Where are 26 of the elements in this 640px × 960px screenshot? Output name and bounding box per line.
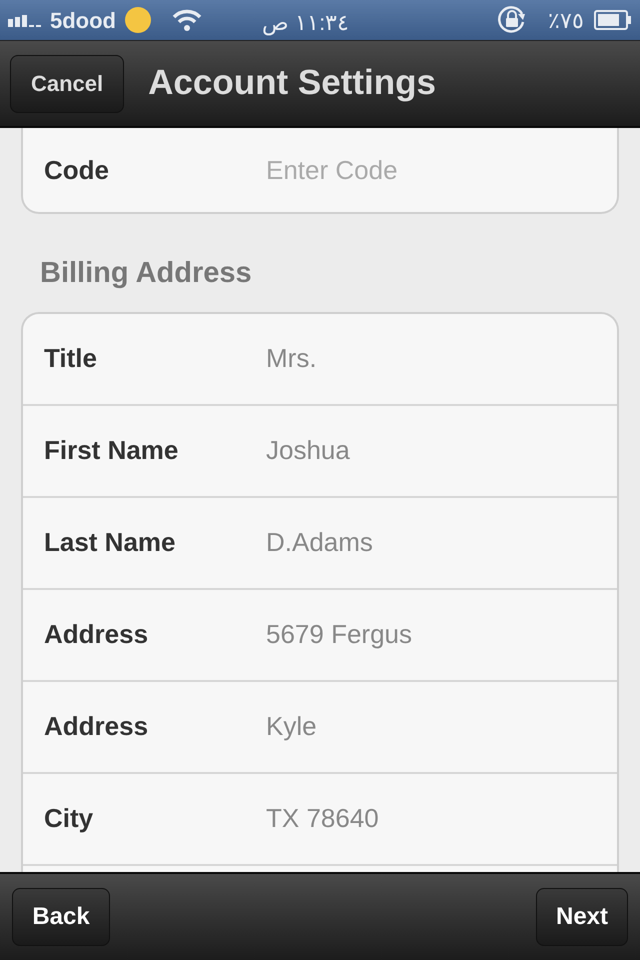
field-label: City	[44, 802, 94, 835]
text-field[interactable]: Mrs.	[266, 339, 596, 378]
text-field[interactable]: TX 78640	[266, 799, 596, 838]
field-label: Code	[44, 154, 110, 186]
battery-percent: ٪٧٥	[548, 6, 584, 34]
screen-title: Account Settings	[148, 62, 436, 104]
cancel-button[interactable]: Cancel	[10, 54, 124, 112]
signal-icon	[8, 13, 44, 27]
section-header: Billing Address	[39, 256, 253, 291]
battery-icon	[594, 10, 632, 30]
text-field[interactable]: Joshua	[266, 431, 596, 470]
field-label: Last Name	[44, 526, 176, 559]
text-field[interactable]: Kyle	[266, 707, 596, 746]
field-label: First Name	[44, 434, 180, 467]
field-label: Address	[44, 710, 150, 743]
clock-time: ١١:٣٤ ص	[262, 9, 350, 38]
code-field[interactable]: Code Enter Code	[21, 128, 619, 214]
back-button[interactable]: Back	[12, 888, 110, 946]
wifi-icon	[172, 9, 202, 31]
carrier-name: 5dood	[50, 6, 116, 34]
text-field[interactable]: D.Adams	[266, 523, 596, 562]
text-field[interactable]: 5679 Fergus	[266, 615, 596, 654]
text-field[interactable]: Enter Code	[266, 150, 596, 190]
field-label: Title	[44, 342, 98, 375]
field-label: Address	[44, 618, 150, 651]
next-button[interactable]: Next	[536, 888, 628, 946]
